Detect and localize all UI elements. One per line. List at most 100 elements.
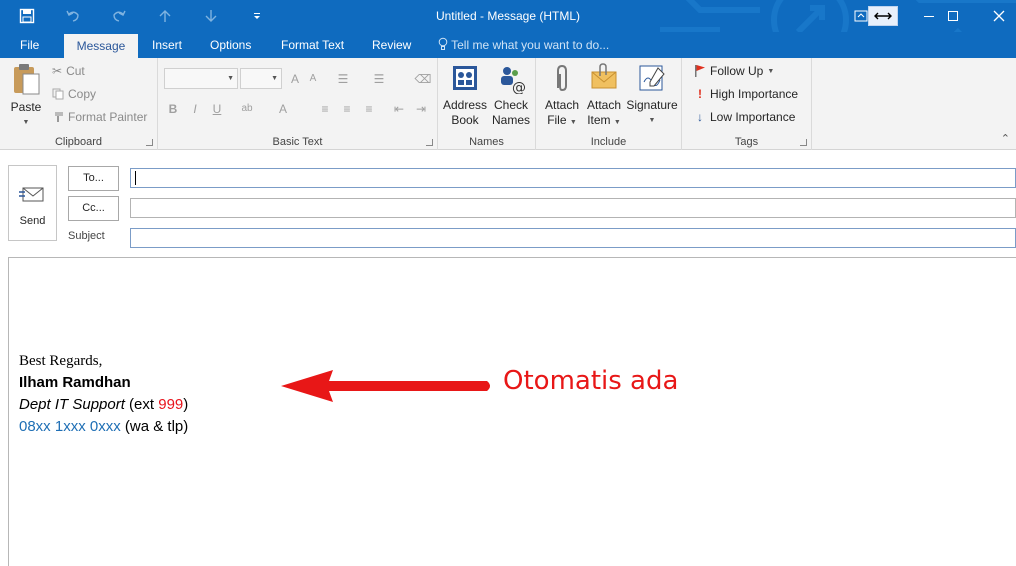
check-names-label-2: Names — [491, 113, 530, 127]
paperclip-icon — [557, 64, 567, 92]
send-button[interactable]: Send — [8, 165, 57, 241]
tab-format-text[interactable]: Format Text — [271, 32, 354, 58]
signature-ext-prefix: (ext — [124, 396, 159, 413]
signature-button[interactable]: Signature ▼ — [626, 62, 678, 128]
bullets-icon[interactable]: ☰ — [334, 70, 352, 88]
align-left-icon[interactable]: ≡ — [316, 100, 334, 118]
compose-area: Send To... Cc... Subject Best Regards, I… — [0, 150, 1016, 566]
increase-indent-icon[interactable]: ⇥ — [412, 100, 430, 118]
low-importance-button[interactable]: ↓ Low Importance — [694, 110, 795, 124]
signature-dropdown-icon: ▼ — [648, 117, 656, 124]
names-group-label: Names — [469, 136, 504, 148]
italic-icon[interactable]: I — [186, 100, 204, 118]
collapse-ribbon-icon[interactable]: ⌃ — [1001, 132, 1010, 145]
format-painter-label: Format Painter — [68, 110, 148, 124]
restore-icon[interactable] — [930, 0, 976, 32]
decrease-indent-icon[interactable]: ⇤ — [390, 100, 408, 118]
clipboard-launcher-icon[interactable] — [146, 139, 153, 146]
text-cursor — [135, 171, 136, 185]
numbering-icon[interactable]: ☰ — [370, 70, 388, 88]
scissors-icon: ✂ — [52, 64, 63, 78]
brush-icon — [55, 112, 63, 122]
signature-ext-suffix: ) — [183, 396, 189, 413]
bold-icon[interactable]: B — [164, 100, 182, 118]
ribbon: Paste ▼ ✂ Cut Copy Format Painter Clipbo… — [0, 58, 1016, 150]
attach-item-icon — [591, 63, 617, 89]
paste-button[interactable]: Paste ▼ — [6, 62, 46, 130]
signature-phone-line: 08xx 1xxx 0xxx (wa & tlp) — [19, 416, 188, 438]
tell-me-placeholder: Tell me what you want to do... — [451, 38, 610, 52]
tags-group: Follow Up ▼ ! High Importance ↓ Low Impo… — [682, 58, 812, 150]
send-icon — [18, 187, 43, 202]
clipboard-group: Paste ▼ ✂ Cut Copy Format Painter Clipbo… — [0, 58, 158, 150]
signature-label: Signature — [626, 98, 678, 112]
copy-button[interactable]: Copy — [52, 87, 96, 101]
signature-icon — [639, 65, 665, 91]
subject-field[interactable] — [130, 228, 1016, 248]
high-importance-button[interactable]: ! High Importance — [694, 87, 798, 101]
to-field[interactable] — [130, 168, 1016, 188]
font-size-select[interactable]: ▼ — [240, 68, 282, 89]
low-importance-label: Low Importance — [710, 110, 796, 124]
font-name-select[interactable]: ▼ — [164, 68, 238, 89]
tags-group-label: Tags — [734, 136, 759, 148]
tags-launcher-icon[interactable] — [800, 139, 807, 146]
cut-label: Cut — [66, 64, 85, 78]
signature-phone-note: (wa & tlp) — [120, 418, 189, 435]
clear-formatting-icon[interactable]: ⌫ — [414, 70, 432, 88]
signature-greeting: Best Regards, — [19, 353, 103, 369]
include-group: Attach File ▼ Attach Item ▼ Signature ▼ … — [536, 58, 682, 150]
annotation-arrow — [281, 370, 490, 402]
attach-item-label-2: Item ▼ — [587, 113, 621, 127]
tab-file[interactable]: File — [10, 32, 49, 58]
tab-options[interactable]: Options — [200, 32, 261, 58]
basic-text-launcher-icon[interactable] — [426, 139, 433, 146]
resize-arrows-icon[interactable] — [868, 6, 898, 26]
signature-dept-text: Dept IT Support — [19, 396, 125, 413]
paste-label: Paste — [10, 100, 42, 114]
svg-text:@: @ — [512, 80, 526, 94]
basic-text-group: ▼ ▼ A A ☰ ☰ ⌫ B I U ab A ≡ ≡ ≡ ⇤ ⇥ Basic… — [158, 58, 438, 150]
tab-message[interactable]: Message — [64, 34, 138, 58]
signature-phone: 08xx 1xxx 0xxx — [19, 418, 121, 435]
clipboard-group-label: Clipboard — [54, 136, 103, 148]
basic-text-group-label: Basic Text — [272, 136, 323, 148]
align-center-icon[interactable]: ≡ — [338, 100, 356, 118]
copy-icon — [52, 88, 64, 100]
attach-file-button[interactable]: Attach File ▼ — [540, 62, 584, 130]
subject-label: Subject — [68, 230, 105, 242]
check-names-label-1: Check — [493, 98, 528, 112]
check-names-button[interactable]: @ Check Names — [488, 62, 534, 128]
cut-button[interactable]: ✂ Cut — [52, 64, 85, 78]
follow-up-dropdown-icon: ▼ — [767, 67, 775, 75]
address-book-label-1: Address — [442, 98, 488, 112]
attach-item-button[interactable]: Attach Item ▼ — [582, 62, 626, 130]
include-group-label: Include — [590, 136, 627, 148]
signature-name: Ilham Ramdhan — [19, 374, 131, 391]
high-importance-label: High Importance — [710, 87, 799, 101]
to-button[interactable]: To... — [68, 166, 119, 191]
attach-item-label-1: Attach — [586, 98, 622, 112]
attach-file-label-1: Attach — [544, 98, 580, 112]
signature-ext-number: 999 — [158, 396, 184, 413]
align-right-icon[interactable]: ≡ — [360, 100, 378, 118]
message-body[interactable]: Best Regards, Ilham Ramdhan Dept IT Supp… — [8, 257, 1016, 566]
tell-me-search[interactable]: Tell me what you want to do... — [438, 32, 609, 58]
follow-up-button[interactable]: Follow Up ▼ — [694, 64, 774, 78]
font-color-icon[interactable]: A — [274, 100, 292, 118]
close-icon[interactable] — [976, 0, 1016, 32]
cc-button[interactable]: Cc... — [68, 196, 119, 221]
email-signature: Best Regards, Ilham Ramdhan Dept IT Supp… — [19, 350, 188, 438]
format-painter-button[interactable]: Format Painter — [52, 110, 147, 124]
address-book-button[interactable]: Address Book — [442, 62, 488, 128]
cc-field[interactable] — [130, 198, 1016, 218]
underline-icon[interactable]: U — [208, 100, 226, 118]
grow-font-icon[interactable]: A — [286, 70, 304, 88]
down-arrow-icon: ↓ — [697, 110, 703, 124]
highlight-icon[interactable]: ab — [238, 100, 256, 118]
tab-insert[interactable]: Insert — [142, 32, 192, 58]
paste-icon — [14, 64, 40, 95]
shrink-font-icon[interactable]: A — [304, 70, 322, 88]
tab-review[interactable]: Review — [362, 32, 421, 58]
font-size-dropdown-icon: ▼ — [271, 75, 278, 82]
